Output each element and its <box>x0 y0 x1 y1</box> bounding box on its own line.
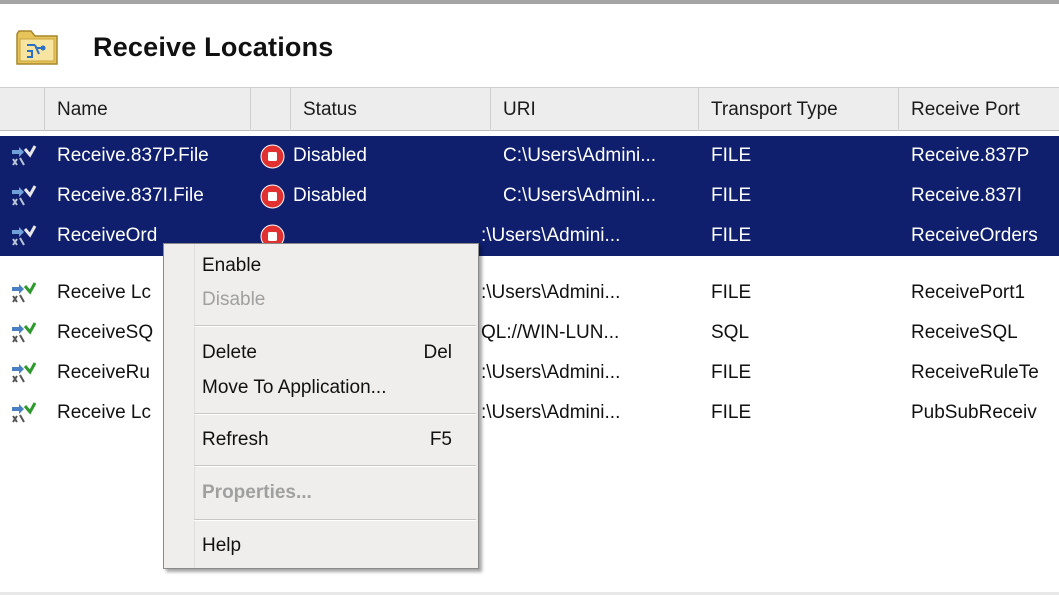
row-uri: :\Users\Admini... <box>481 362 621 383</box>
menu-item-label: Refresh <box>202 429 269 450</box>
table-row[interactable]: Receive Lc :\Users\Admini... FILE Receiv… <box>0 273 1059 313</box>
menu-item-properties: Properties... <box>164 476 478 510</box>
row-transport-type: FILE <box>711 145 752 166</box>
menu-item-enable[interactable]: Enable <box>164 249 478 283</box>
row-status: Disabled <box>293 185 367 206</box>
row-transport-type: FILE <box>711 402 752 423</box>
page-header: Receive Locations <box>0 4 1059 87</box>
receive-location-icon <box>12 322 37 343</box>
row-uri: :\Users\Admini... <box>481 225 621 246</box>
row-transport-type: FILE <box>711 282 752 303</box>
column-header-icon[interactable] <box>0 88 44 131</box>
row-uri: C:\Users\Admini... <box>503 185 657 206</box>
disabled-status-icon <box>260 144 285 169</box>
row-uri: :\Users\Admini... <box>481 402 621 423</box>
column-header-uri[interactable]: URI <box>490 88 698 131</box>
row-receive-port: ReceiveRuleTe <box>911 362 1039 383</box>
row-transport-type: FILE <box>711 362 752 383</box>
row-uri: QL://WIN-LUN... <box>481 322 620 343</box>
menu-item-disable: Disable <box>164 283 478 317</box>
menu-separator <box>194 413 476 415</box>
menu-separator <box>194 519 476 521</box>
row-name: ReceiveSQ <box>57 322 154 343</box>
column-header-status[interactable]: Status <box>290 88 490 131</box>
table-row[interactable]: Receive.837P.File Disabled C:\Users\Admi… <box>0 136 1059 176</box>
menu-item-shortcut: Del <box>423 342 452 363</box>
menu-item-label: Disable <box>202 289 266 310</box>
column-header-receive-port[interactable]: Receive Port <box>898 88 1059 131</box>
receive-location-icon <box>12 402 37 423</box>
receive-location-icon <box>12 282 37 303</box>
menu-item-help[interactable]: Help <box>164 529 478 563</box>
page-title: Receive Locations <box>93 32 334 62</box>
table-row[interactable]: ReceiveSQ QL://WIN-LUN... SQL ReceiveSQL <box>0 313 1059 353</box>
row-receive-port: ReceiveSQL <box>911 322 1018 343</box>
table-row[interactable]: Receive.837I.File Disabled C:\Users\Admi… <box>0 176 1059 216</box>
menu-item-label: Properties... <box>202 482 312 503</box>
receive-locations-folder-icon <box>16 30 58 65</box>
column-header-status-icon[interactable] <box>250 88 290 131</box>
row-name: ReceiveRu <box>57 362 150 383</box>
menu-item-label: Enable <box>202 255 262 276</box>
row-name: ReceiveOrd <box>57 225 158 246</box>
row-receive-port: PubSubReceiv <box>911 402 1037 423</box>
row-name: Receive.837I.File <box>57 185 204 206</box>
menu-item-move-to-application[interactable]: Move To Application... <box>164 371 478 405</box>
receive-location-icon <box>12 225 37 246</box>
receive-location-icon <box>12 362 37 383</box>
row-name: Receive Lc <box>57 402 151 423</box>
column-header-name[interactable]: Name <box>44 88 250 131</box>
menu-item-label: Move To Application... <box>202 377 387 398</box>
menu-separator <box>194 465 476 467</box>
row-name: Receive Lc <box>57 282 151 303</box>
disabled-status-icon <box>260 184 285 209</box>
menu-item-label: Delete <box>202 342 257 363</box>
column-header-row: Name Status URI Transport Type Receive P… <box>0 87 1059 131</box>
menu-item-refresh[interactable]: Refresh F5 <box>164 423 478 457</box>
table-row[interactable]: Receive Lc :\Users\Admini... FILE PubSub… <box>0 393 1059 433</box>
row-uri: C:\Users\Admini... <box>503 145 657 166</box>
row-status: Disabled <box>293 145 367 166</box>
menu-item-delete[interactable]: Delete Del <box>164 336 478 370</box>
menu-separator <box>194 325 476 327</box>
row-receive-port: Receive.837I <box>911 185 1022 206</box>
row-uri: :\Users\Admini... <box>481 282 621 303</box>
row-transport-type: FILE <box>711 185 752 206</box>
receive-location-icon <box>12 145 37 166</box>
menu-item-label: Help <box>202 535 242 556</box>
row-receive-port: Receive.837P <box>911 145 1030 166</box>
menu-item-shortcut: F5 <box>429 429 452 450</box>
column-header-transport-type[interactable]: Transport Type <box>698 88 898 131</box>
table-row[interactable]: ReceiveOrd :\Users\Admini... FILE Receiv… <box>0 216 1059 256</box>
row-transport-type: SQL <box>711 322 750 343</box>
row-receive-port: ReceivePort1 <box>911 282 1026 303</box>
row-name: Receive.837P.File <box>57 145 209 166</box>
table-row[interactable]: ReceiveRu :\Users\Admini... FILE Receive… <box>0 353 1059 393</box>
row-transport-type: FILE <box>711 225 752 246</box>
context-menu: Enable Disable Delete Del Move To Applic… <box>163 243 479 569</box>
receive-location-icon <box>12 185 37 206</box>
row-receive-port: ReceiveOrders <box>911 225 1038 246</box>
